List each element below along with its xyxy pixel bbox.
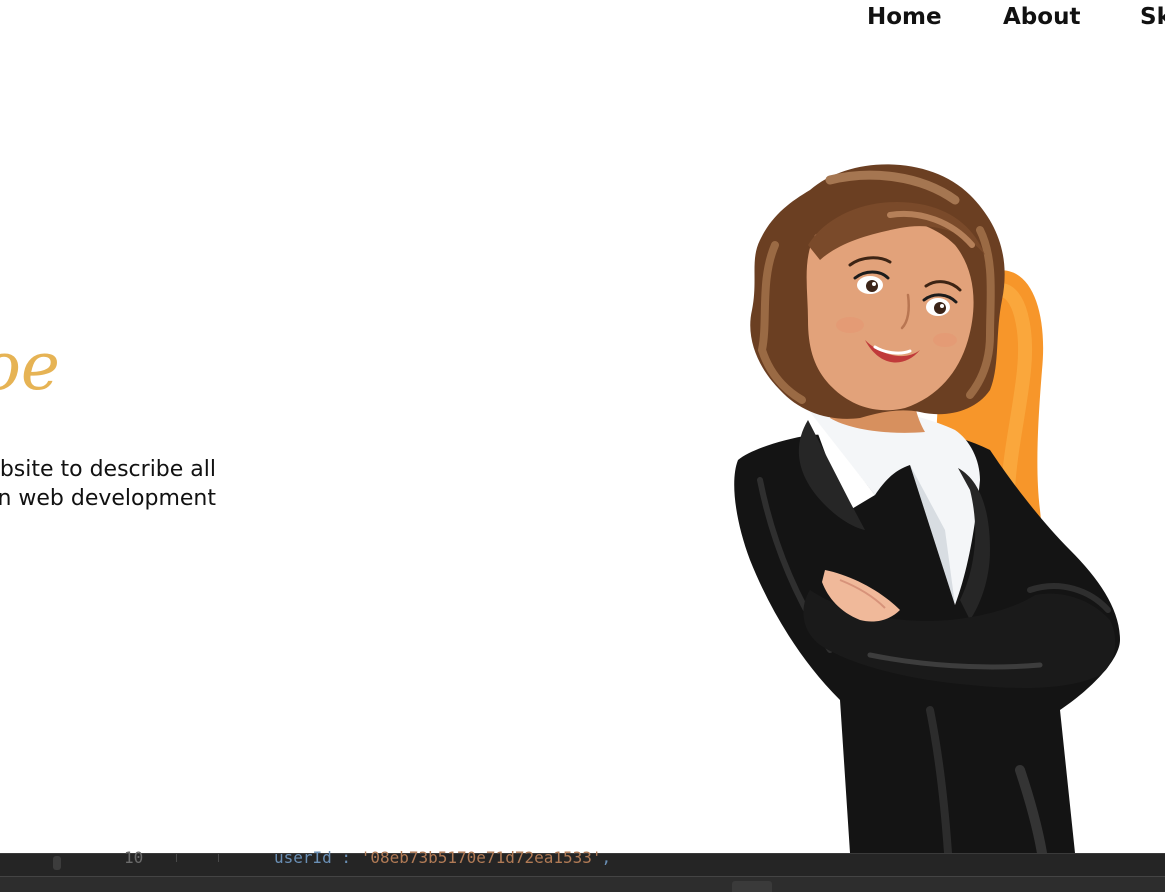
code-key: userId [274, 848, 332, 867]
code-indent-guide [176, 854, 177, 862]
hero-description-line-1: bsite to describe all [0, 457, 216, 482]
hero-description: bsite to describe all n web development [0, 455, 216, 513]
page-viewport: Home About Sk Joe bsite to describe all … [0, 0, 1165, 892]
code-line-text: userId : '08eb73b5170e71d72ea1533', [274, 848, 611, 867]
code-trailing: , [601, 848, 612, 867]
code-editor-strip: 10 userId : '08eb73b5170e71d72ea1533', [0, 848, 1165, 892]
hero-name: Joe [0, 328, 60, 405]
top-nav: Home About Sk [0, 0, 1165, 40]
editor-status-bar [0, 876, 1165, 892]
code-value: '08eb73b5170e71d72ea1533' [360, 848, 602, 867]
code-line-number: 10 [124, 848, 144, 867]
hero-description-line-2: n web development [0, 486, 216, 511]
nav-link-home[interactable]: Home [867, 2, 942, 32]
nav-link-skills[interactable]: Sk [1140, 2, 1165, 32]
status-bar-tab[interactable] [732, 881, 772, 892]
nav-link-about[interactable]: About [1003, 2, 1080, 32]
code-indent-guide [218, 854, 219, 862]
businesswoman-illustration [734, 164, 1120, 853]
code-colon: : [331, 848, 361, 867]
code-editor-line: 10 userId : '08eb73b5170e71d72ea1533', [0, 848, 1165, 876]
editor-scroll-thumb[interactable] [53, 856, 61, 870]
